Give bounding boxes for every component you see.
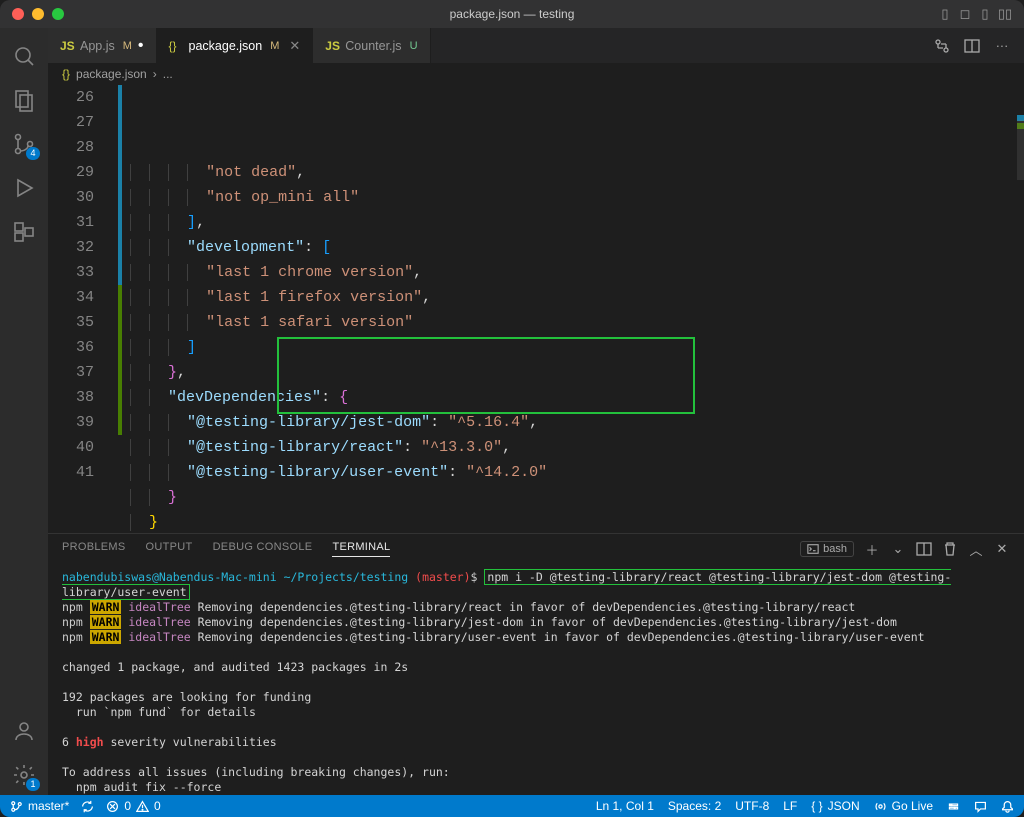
layout-icon[interactable]: ▯ xyxy=(938,7,952,21)
status-eol[interactable]: LF xyxy=(783,799,797,813)
terminal-dropdown-icon[interactable]: ⌄ xyxy=(890,541,906,557)
tab-label: App.js xyxy=(80,39,115,53)
code-line[interactable]: "@testing-library/user-event": "^14.2.0" xyxy=(122,460,1017,485)
panel-toggle-icon[interactable]: ◻ xyxy=(958,7,972,21)
status-golive[interactable]: Go Live xyxy=(874,799,933,813)
minimap-slider[interactable] xyxy=(1017,120,1024,180)
breadcrumb[interactable]: {} package.json › ... xyxy=(48,63,1024,85)
panel-tab-problems[interactable]: PROBLEMS xyxy=(62,541,126,557)
code-line[interactable]: "last 1 safari version" xyxy=(122,310,1017,335)
code-line[interactable]: "last 1 firefox version", xyxy=(122,285,1017,310)
traffic-lights xyxy=(0,8,64,20)
code-line[interactable]: "not dead", xyxy=(122,160,1017,185)
terminal-output[interactable]: nabendubiswas@Nabendus-Mac-mini ~/Projec… xyxy=(48,564,1024,795)
status-bar: master* 0 0 Ln 1, Col 1 Spaces: 2 UTF-8 … xyxy=(0,795,1024,817)
split-terminal-icon[interactable] xyxy=(916,541,932,557)
status-language[interactable]: { }JSON xyxy=(811,799,859,813)
file-type-icon: JS xyxy=(325,39,339,53)
status-sync[interactable] xyxy=(81,800,94,813)
file-type-icon: {} xyxy=(169,39,183,53)
status-problems[interactable]: 0 0 xyxy=(106,799,160,813)
code-line[interactable]: "devDependencies": { xyxy=(122,385,1017,410)
extensions-icon[interactable] xyxy=(0,212,48,252)
accounts-icon[interactable] xyxy=(0,711,48,751)
code-line[interactable]: } xyxy=(122,510,1017,533)
titlebar-right-icons: ▯ ◻ ▯ ▯▯ xyxy=(938,7,1024,21)
status-indent[interactable]: Spaces: 2 xyxy=(668,799,721,813)
code-line[interactable]: "development": [ xyxy=(122,235,1017,260)
tab-app-js[interactable]: JSApp.jsM• xyxy=(48,28,157,63)
settings-gear-icon[interactable]: 1 xyxy=(0,755,48,795)
settings-badge: 1 xyxy=(26,778,40,791)
panel-tab-output[interactable]: OUTPUT xyxy=(146,541,193,557)
tab-counter-js[interactable]: JS Counter.js U xyxy=(313,28,430,63)
panel: PROBLEMS OUTPUT DEBUG CONSOLE TERMINAL bash… xyxy=(48,533,1024,795)
explorer-icon[interactable] xyxy=(0,80,48,120)
status-prettier-icon[interactable] xyxy=(947,800,960,813)
file-type-icon: JS xyxy=(60,39,74,53)
line-number-gutter: 26272829303132333435363738394041 xyxy=(48,85,118,533)
modified-indicator: M xyxy=(270,40,279,52)
status-cursor[interactable]: Ln 1, Col 1 xyxy=(596,799,654,813)
code-line[interactable]: "@testing-library/jest-dom": "^5.16.4", xyxy=(122,410,1017,435)
breadcrumb-file: package.json xyxy=(76,67,147,81)
search-icon[interactable] xyxy=(0,36,48,76)
status-feedback-icon[interactable] xyxy=(974,800,987,813)
code-line[interactable]: ] xyxy=(122,335,1017,360)
code-line[interactable]: "@testing-library/react": "^13.3.0", xyxy=(122,435,1017,460)
sidebar-toggle-icon[interactable]: ▯ xyxy=(978,7,992,21)
tab-label: package.json xyxy=(189,39,263,53)
code-editor[interactable]: 26272829303132333435363738394041 "not de… xyxy=(48,85,1024,533)
status-branch[interactable]: master* xyxy=(10,799,69,813)
titlebar: package.json — testing ▯ ◻ ▯ ▯▯ xyxy=(0,0,1024,28)
source-control-icon[interactable]: 4 xyxy=(0,124,48,164)
minimize-window-button[interactable] xyxy=(32,8,44,20)
panel-tab-debug-console[interactable]: DEBUG CONSOLE xyxy=(213,541,313,557)
status-bell-icon[interactable] xyxy=(1001,800,1014,813)
shell-name: bash xyxy=(823,543,847,555)
maximize-panel-icon[interactable]: ︿ xyxy=(968,541,984,557)
code-line[interactable]: "last 1 chrome version", xyxy=(122,260,1017,285)
code-line[interactable]: }, xyxy=(122,360,1017,385)
breadcrumb-more: ... xyxy=(163,67,173,81)
more-actions-icon[interactable]: ··· xyxy=(994,38,1010,54)
scm-badge: 4 xyxy=(26,147,40,160)
breadcrumb-sep: › xyxy=(153,67,157,81)
tab-package-json[interactable]: {} package.json M ✕ xyxy=(157,28,314,63)
code-line[interactable]: "not op_mini all" xyxy=(122,185,1017,210)
panel-tabs: PROBLEMS OUTPUT DEBUG CONSOLE TERMINAL bash… xyxy=(48,534,1024,564)
code-line[interactable]: ], xyxy=(122,210,1017,235)
json-icon: {} xyxy=(62,67,70,81)
modified-indicator: M xyxy=(123,40,132,52)
panel-tab-terminal[interactable]: TERMINAL xyxy=(332,541,390,557)
tab-label: Counter.js xyxy=(345,39,401,53)
close-window-button[interactable] xyxy=(12,8,24,20)
code-content[interactable]: "not dead", "not op_mini all" ], "develo… xyxy=(122,85,1017,533)
compare-changes-icon[interactable] xyxy=(934,38,950,54)
close-tab-icon[interactable]: ✕ xyxy=(289,38,300,54)
close-panel-icon[interactable]: ✕ xyxy=(994,541,1010,557)
terminal-shell-selector[interactable]: bash xyxy=(800,541,854,557)
window-title: package.json — testing xyxy=(450,7,575,21)
run-debug-icon[interactable] xyxy=(0,168,48,208)
kill-terminal-icon[interactable] xyxy=(942,541,958,557)
new-terminal-icon[interactable]: ＋ xyxy=(864,541,880,557)
editor-tabstrip: JSApp.jsM•{}package.jsonM✕JSCounter.jsU … xyxy=(48,28,1024,63)
untracked-indicator: U xyxy=(410,40,418,52)
activity-bar: 4 1 xyxy=(0,28,48,795)
split-editor-icon[interactable] xyxy=(964,38,980,54)
status-encoding[interactable]: UTF-8 xyxy=(735,799,769,813)
customize-layout-icon[interactable]: ▯▯ xyxy=(998,7,1012,21)
vscode-window: package.json — testing ▯ ◻ ▯ ▯▯ 4 1 JS Ap… xyxy=(0,0,1024,817)
code-line[interactable]: } xyxy=(122,485,1017,510)
maximize-window-button[interactable] xyxy=(52,8,64,20)
overview-ruler[interactable] xyxy=(1017,85,1024,533)
